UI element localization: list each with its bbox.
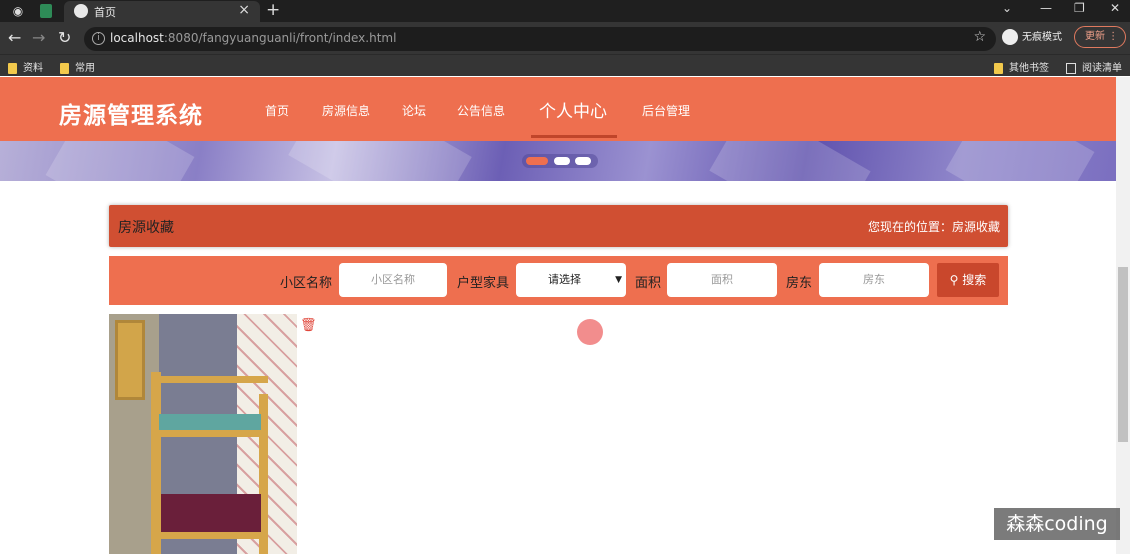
bed-post bbox=[151, 372, 161, 554]
bed-rail bbox=[151, 430, 268, 437]
reading-list-icon bbox=[1066, 62, 1076, 74]
breadcrumb: 您现在的位置：房源收藏 bbox=[867, 220, 1000, 234]
update-button[interactable]: 更新 ⋮ bbox=[1074, 26, 1126, 48]
listing-photo[interactable] bbox=[109, 314, 297, 554]
site-brand[interactable]: 房源管理系统 bbox=[59, 96, 203, 130]
address-bar[interactable]: i localhost:8080/fangyuanguanli/front/in… bbox=[84, 27, 996, 51]
browser-toolbar: ← → ↻ i localhost:8080/fangyuanguanli/fr… bbox=[0, 22, 1130, 54]
landlord-input[interactable]: 房东 bbox=[819, 263, 929, 297]
area-input[interactable]: 面积 bbox=[667, 263, 777, 297]
trash-icon[interactable]: 🗑 bbox=[300, 318, 317, 333]
community-input[interactable]: 小区名称 bbox=[339, 263, 447, 297]
nav-active-underline bbox=[531, 135, 617, 138]
incognito-icon bbox=[1002, 29, 1018, 45]
reading-list[interactable]: 阅读清单 bbox=[1066, 59, 1122, 74]
bookmarks-bar: 资料 常用 其他书签 阅读清单 bbox=[0, 54, 1130, 76]
scrollbar-thumb[interactable] bbox=[1118, 267, 1128, 442]
video-watermark: 森森coding bbox=[994, 508, 1120, 540]
incognito-indicator[interactable]: 无痕模式 bbox=[1002, 28, 1062, 45]
nav-listings[interactable]: 房源信息 bbox=[322, 102, 370, 119]
area-label: 面积 bbox=[635, 276, 662, 291]
furniture-select[interactable]: 请选择 ▼ bbox=[516, 263, 626, 297]
page-viewport: 房源管理系统 首页 房源信息 论坛 公告信息 个人中心 后台管理 房源收藏 您现… bbox=[0, 77, 1130, 554]
section-title-bar: 房源收藏 您现在的位置：房源收藏 bbox=[109, 205, 1008, 247]
chevron-down-icon: ▼ bbox=[615, 275, 622, 285]
search-icon: ⚲ bbox=[949, 273, 959, 287]
bed-rail bbox=[151, 376, 268, 383]
search-bar: 小区名称 小区名称 户型家具 请选择 ▼ 面积 面积 房东 房东 ⚲ 搜索 bbox=[109, 256, 1008, 305]
landlord-label: 房东 bbox=[786, 276, 813, 291]
close-window-icon[interactable]: ✕ bbox=[1110, 1, 1120, 15]
nav-admin[interactable]: 后台管理 bbox=[642, 102, 690, 119]
furniture-label: 户型家具 bbox=[457, 276, 510, 291]
furniture-select-value: 请选择 bbox=[548, 273, 581, 286]
carousel-dot[interactable] bbox=[575, 157, 591, 165]
close-icon[interactable]: × bbox=[238, 2, 250, 18]
banner-shape bbox=[45, 141, 195, 181]
page-scrollbar[interactable] bbox=[1116, 77, 1130, 554]
info-icon[interactable]: i bbox=[92, 32, 105, 45]
mouse-cursor-highlight bbox=[577, 319, 603, 345]
forward-arrow-icon[interactable]: → bbox=[32, 28, 45, 47]
nav-personal-center[interactable]: 个人中心 bbox=[539, 97, 607, 122]
search-button[interactable]: ⚲ 搜索 bbox=[937, 263, 999, 297]
bookmark-folder-常用[interactable]: 常用 bbox=[60, 59, 95, 74]
bed-rail bbox=[151, 532, 268, 539]
banner-shape bbox=[288, 141, 472, 181]
community-label: 小区名称 bbox=[280, 276, 333, 291]
banner-shape bbox=[709, 141, 871, 181]
minimize-icon[interactable]: — bbox=[1040, 1, 1052, 15]
carousel-dot[interactable] bbox=[554, 157, 570, 165]
new-tab-button[interactable]: + bbox=[266, 0, 280, 20]
reload-icon[interactable]: ↻ bbox=[58, 28, 71, 47]
back-arrow-icon[interactable]: ← bbox=[8, 28, 21, 47]
bed-mattress bbox=[159, 414, 261, 430]
folder-icon bbox=[60, 62, 69, 74]
carousel-dot-active[interactable] bbox=[526, 157, 548, 165]
star-icon[interactable]: ☆ bbox=[973, 29, 986, 45]
url-text: localhost:8080/fangyuanguanli/front/inde… bbox=[110, 31, 397, 45]
nav-forum[interactable]: 论坛 bbox=[402, 102, 426, 119]
browser-tab-strip: ◉ 首页 × + ⌄ — ❐ ✕ bbox=[0, 0, 1130, 22]
sheet-icon[interactable] bbox=[40, 4, 52, 18]
other-bookmarks[interactable]: 其他书签 bbox=[994, 59, 1049, 74]
bed-blanket bbox=[161, 494, 261, 534]
folder-icon bbox=[994, 62, 1003, 74]
chevron-down-icon[interactable]: ⌄ bbox=[1002, 1, 1012, 15]
globe-icon[interactable]: ◉ bbox=[10, 3, 26, 19]
tab-title: 首页 bbox=[94, 6, 116, 19]
folder-icon bbox=[8, 62, 17, 74]
search-button-label: 搜索 bbox=[962, 273, 987, 287]
restore-icon[interactable]: ❐ bbox=[1074, 1, 1085, 15]
nav-home[interactable]: 首页 bbox=[265, 102, 289, 119]
browser-tab-active[interactable]: 首页 × bbox=[64, 1, 260, 22]
section-title: 房源收藏 bbox=[118, 220, 174, 236]
banner-shape bbox=[945, 141, 1095, 181]
nav-announcements[interactable]: 公告信息 bbox=[457, 102, 505, 119]
site-header: 房源管理系统 首页 房源信息 论坛 公告信息 个人中心 后台管理 bbox=[0, 77, 1116, 141]
bookmark-folder-资料[interactable]: 资料 bbox=[8, 59, 43, 74]
carousel-indicators bbox=[522, 154, 598, 168]
photo-picture-frame bbox=[115, 320, 145, 400]
globe-icon bbox=[74, 4, 88, 18]
